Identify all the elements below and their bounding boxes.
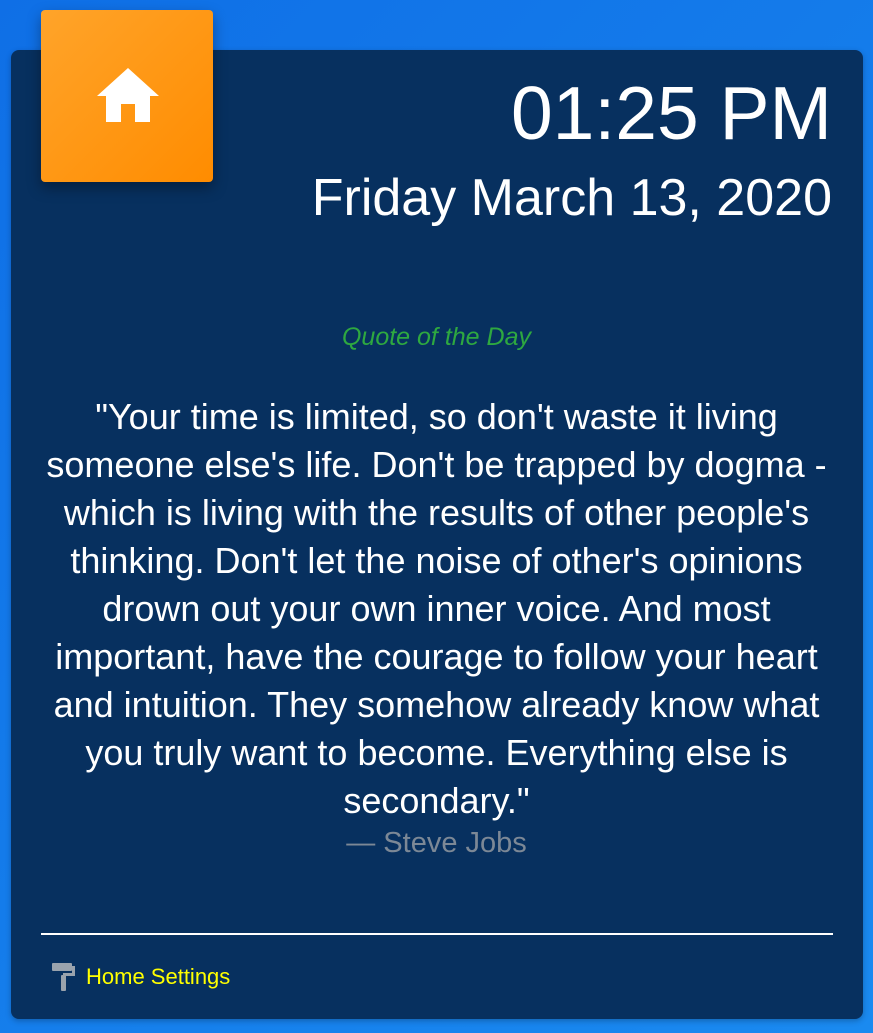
quote-heading: Quote of the Day xyxy=(341,323,531,351)
home-settings-link[interactable]: Home Settings xyxy=(52,963,230,991)
home-icon xyxy=(97,68,159,122)
home-settings-label: Home Settings xyxy=(86,964,231,989)
clock-time: 01:25 PM xyxy=(510,71,832,155)
quote-text: "Your time is limited, so don't waste it… xyxy=(46,396,827,821)
paint-roller-icon xyxy=(52,963,75,991)
footer-divider xyxy=(41,933,833,935)
home-button[interactable] xyxy=(41,10,213,182)
current-date: Friday March 13, 2020 xyxy=(311,169,832,227)
quote-author: — Steve Jobs xyxy=(346,827,527,859)
